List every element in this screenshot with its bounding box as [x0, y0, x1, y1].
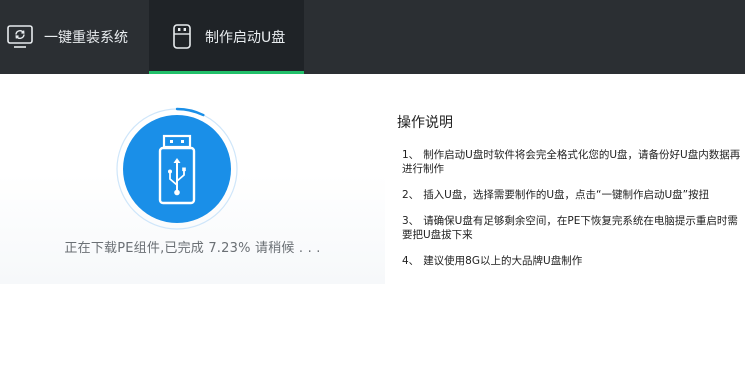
list-item: 1、 制作启动U盘时软件将会完全格式化您的U盘，请备份好U盘内数据再进行制作: [397, 148, 742, 176]
list-item: 2、 插入U盘，选择需要制作的U盘，点击“一键制作启动U盘”按扭: [397, 188, 742, 202]
instructions-list: 1、 制作启动U盘时软件将会完全格式化您的U盘，请备份好U盘内数据再进行制作 2、…: [397, 148, 742, 268]
tab-one-key-reinstall[interactable]: 一键重装系统: [0, 0, 149, 74]
list-item: 3、 请确保U盘有足够剩余空间，在PE下恢复完系统在电脑提示重启时需要把U盘拔下来: [397, 214, 742, 242]
top-tab-bar: 一键重装系统 制作启动U盘: [0, 0, 745, 74]
item-text: 制作启动U盘时软件将会完全格式化您的U盘，请备份好U盘内数据再进行制作: [402, 149, 741, 175]
tab-label: 制作启动U盘: [205, 30, 286, 46]
download-progress-panel: 正在下载PE组件,已完成 7.23% 请稍候 . . .: [0, 74, 385, 284]
item-text: 插入U盘，选择需要制作的U盘，点击“一键制作启动U盘”按扭: [423, 189, 710, 201]
tab-label: 一键重装系统: [44, 30, 128, 46]
item-number: 4、: [402, 255, 420, 267]
tab-make-boot-usb[interactable]: 制作启动U盘: [149, 0, 304, 74]
instructions-title: 操作说明: [397, 115, 453, 131]
item-number: 1、: [402, 149, 420, 161]
item-number: 3、: [402, 215, 420, 227]
usb-drive-icon: [171, 24, 193, 50]
monitor-refresh-icon: [5, 24, 35, 50]
progress-status-text: 正在下载PE组件,已完成 7.23% 请稍候 . . .: [64, 241, 321, 256]
item-number: 2、: [402, 189, 420, 201]
item-text: 建议使用8G以上的大品牌U盘制作: [423, 255, 583, 267]
item-text: 请确保U盘有足够剩余空间，在PE下恢复完系统在电脑提示重启时需要把U盘拔下来: [402, 215, 738, 241]
list-item: 4、 建议使用8G以上的大品牌U盘制作: [397, 254, 742, 268]
usb-progress-graphic: [115, 107, 239, 231]
instructions-section: 操作说明 1、 制作启动U盘时软件将会完全格式化您的U盘，请备份好U盘内数据再进行…: [397, 112, 742, 280]
